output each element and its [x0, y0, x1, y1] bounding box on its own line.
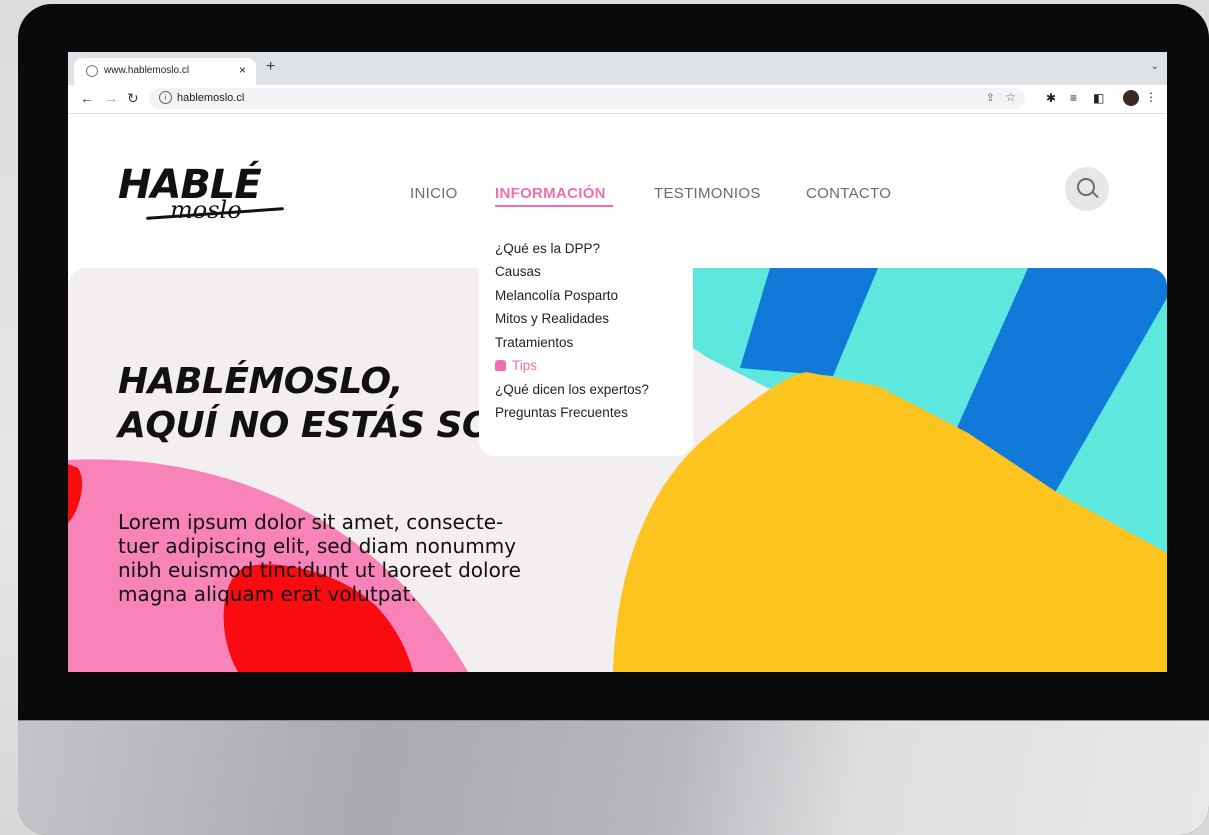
dropdown-item-expertos[interactable]: ¿Qué dicen los expertos? [495, 382, 649, 397]
dropdown-item-causas[interactable]: Causas [495, 264, 541, 279]
hero-title-line2: AQUÍ NO ESTÁS SO [118, 405, 493, 446]
logo-sub-text: moslo [170, 196, 242, 224]
hand-pointer-icon [495, 360, 506, 371]
address-url: hablemoslo.cl [177, 92, 245, 104]
dropdown-item-preguntas[interactable]: Preguntas Frecuentes [495, 405, 628, 420]
back-arrow-icon[interactable]: ← [80, 90, 94, 106]
nav-active-underline [495, 205, 613, 207]
profile-avatar[interactable] [1123, 90, 1139, 106]
reading-list-icon[interactable]: ≡ [1070, 91, 1077, 105]
site-logo[interactable]: HABLÉ moslo [118, 162, 288, 232]
star-icon[interactable]: ☆ [1005, 90, 1016, 104]
nav-testimonios[interactable]: TESTIMONIOS [654, 185, 761, 202]
monitor-chin [18, 720, 1209, 835]
nav-inicio[interactable]: INICIO [410, 185, 458, 202]
browser-tabbar: www.hablemoslo.cl × + ⌄ [68, 52, 1167, 85]
extensions-icon[interactable]: ✱ [1046, 91, 1056, 105]
address-bar[interactable]: i hablemoslo.cl ⇪ ☆ [149, 88, 1025, 109]
search-icon-handle [1092, 191, 1099, 199]
info-icon[interactable]: i [159, 91, 172, 104]
hero-title: HABLÉMOSLO, AQUÍ NO ESTÁS SO [118, 360, 493, 448]
nav-contacto[interactable]: CONTACTO [806, 185, 891, 202]
dropdown-item-que-es[interactable]: ¿Qué es la DPP? [495, 241, 600, 256]
dropdown-item-tips-label: Tips [512, 358, 538, 373]
dropdown-item-melancolia[interactable]: Melancolía Posparto [495, 288, 618, 303]
dropdown-item-tips[interactable]: Tips [495, 358, 537, 373]
side-panel-icon[interactable]: ◧ [1093, 91, 1104, 105]
forward-arrow-icon[interactable]: → [104, 90, 118, 106]
screen: www.hablemoslo.cl × + ⌄ ← → ↻ i hablemos… [68, 52, 1167, 672]
more-icon[interactable]: ⋮ [1145, 90, 1157, 104]
search-button[interactable] [1065, 167, 1109, 211]
browser-tab[interactable]: www.hablemoslo.cl × [74, 58, 256, 85]
tab-close-icon[interactable]: × [239, 63, 246, 77]
dropdown-item-mitos[interactable]: Mitos y Realidades [495, 311, 609, 326]
new-tab-button[interactable]: + [266, 58, 275, 76]
dropdown-item-tratamientos[interactable]: Tratamientos [495, 335, 573, 350]
informacion-dropdown: ¿Qué es la DPP? Causas Melancolía Pospar… [479, 230, 693, 456]
tab-title: www.hablemoslo.cl [104, 65, 190, 76]
globe-icon [86, 65, 98, 77]
hero-paragraph: Lorem ipsum dolor sit amet, consecte- tu… [118, 510, 521, 606]
hero-title-line1: HABLÉMOSLO, [118, 361, 403, 402]
reload-icon[interactable]: ↻ [127, 90, 139, 106]
monitor-frame: www.hablemoslo.cl × + ⌄ ← → ↻ i hablemos… [18, 4, 1209, 835]
browser-toolbar: ← → ↻ i hablemoslo.cl ⇪ ☆ ✱ ≡ ◧ ⋮ [68, 85, 1167, 114]
tab-search-chevron-icon[interactable]: ⌄ [1151, 61, 1159, 72]
share-icon[interactable]: ⇪ [986, 91, 995, 104]
nav-informacion[interactable]: INFORMACIÓN [495, 185, 606, 202]
